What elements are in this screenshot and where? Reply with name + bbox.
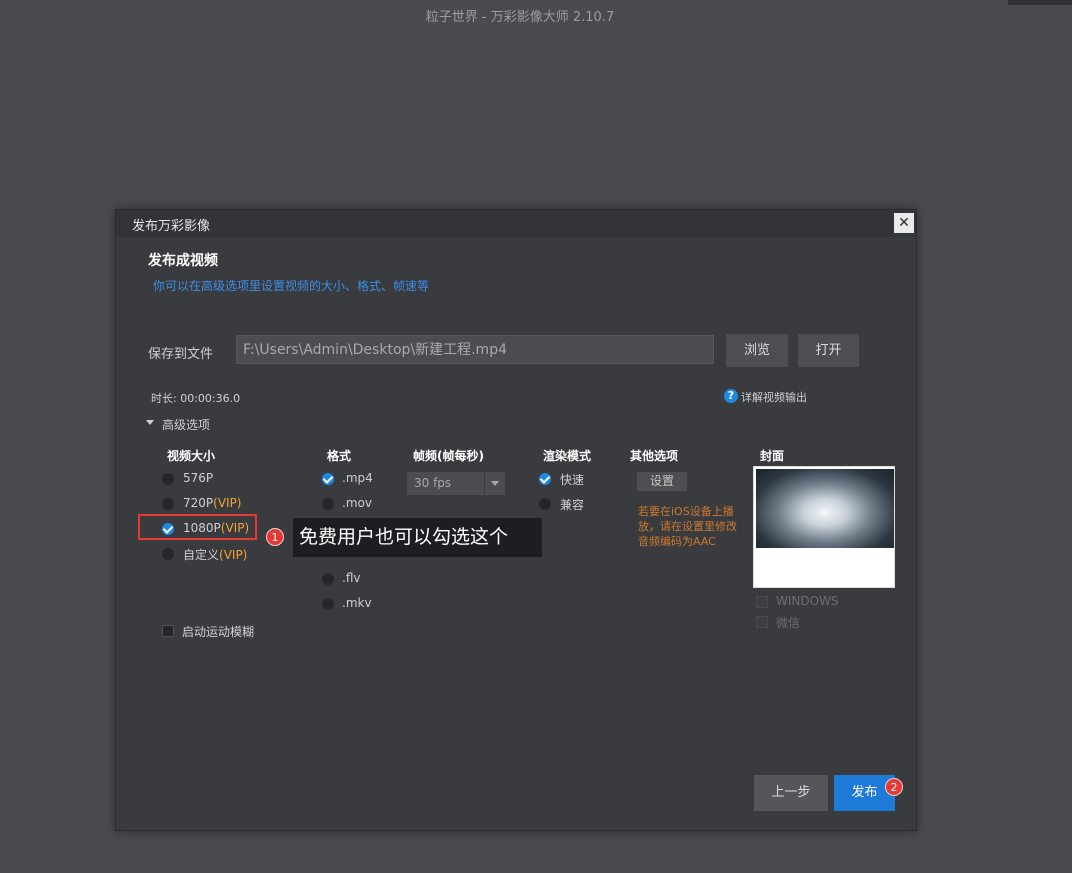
help-icon[interactable]: ? [724,389,738,403]
open-button[interactable]: 打开 [798,334,859,367]
windows-label: WINDOWS [776,594,839,608]
option-label: 576P [183,471,214,485]
render-mode-label: 兼容 [560,498,585,512]
cover-preview[interactable] [753,466,895,588]
browse-button[interactable]: 浏览 [726,334,788,367]
advanced-options-toggle[interactable]: 高级选项 [162,416,210,433]
ios-audio-warning: 若要在iOS设备上播放，请在设置里修改音频编码为AAC [638,505,737,548]
motion-blur-label: 启动运动模糊 [182,625,255,639]
advanced-hint: 你可以在高级选项里设置视频的大小、格式、帧速等 [153,279,430,293]
checkbox-motion-blur[interactable] [162,625,174,637]
framerate-header: 帧频(帧每秒) [413,449,484,463]
app-title: 粒子世界 - 万彩影像大师 2.10.7 [425,10,615,25]
publish-button[interactable]: 发布 [834,775,895,811]
dialog-title: 发布万彩影像 [132,219,211,234]
duration-label: 时长: 00:00:36.0 [151,392,241,405]
radio-custom[interactable] [162,548,174,560]
option-label: 自定义 [183,548,220,562]
vip-tag: (VIP) [213,496,242,510]
option-label: 720P [183,496,214,510]
video-output-help-link[interactable]: 详解视频输出 [741,389,807,405]
radio-720p[interactable] [162,498,174,510]
cover-header: 封面 [760,449,785,463]
format-label: .mkv [342,596,372,610]
wechat-label: 微信 [776,616,801,630]
checkbox-windows[interactable] [756,596,768,608]
chevron-down-icon[interactable] [484,472,505,495]
section-heading: 发布成视频 [148,253,218,269]
format-label: .mp4 [342,471,373,485]
framerate-value: 30 fps [414,476,452,490]
video-size-header: 视频大小 [167,449,216,463]
radio-mkv[interactable] [322,598,334,610]
render-mode-label: 快速 [560,473,585,487]
publish-dialog: 发布万彩影像 ✕ 发布成视频 你可以在高级选项里设置视频的大小、格式、帧速等 保… [115,209,917,831]
format-label: .mov [342,496,372,510]
previous-step-button[interactable]: 上一步 [754,775,828,811]
annotation-badge-1: 1 [266,528,284,546]
dialog-header: 发布万彩影像 ✕ [116,210,916,237]
radio-mp4[interactable] [322,473,334,485]
triangle-down-icon[interactable] [146,420,154,425]
radio-576p[interactable] [162,473,174,485]
radio-compatible[interactable] [539,498,551,510]
other-options-header: 其他选项 [630,449,679,463]
radio-mov[interactable] [322,498,334,510]
cover-image [756,469,894,548]
vip-tag: (VIP) [219,548,248,562]
save-to-file-label: 保存到文件 [148,347,214,362]
window-corner [1008,0,1072,5]
format-header: 格式 [327,449,352,463]
settings-button[interactable]: 设置 [637,472,687,491]
annotation-badge-2: 2 [885,778,903,796]
save-path-field[interactable]: F:\Users\Admin\Desktop\新建工程.mp4 [236,335,714,364]
close-icon[interactable]: ✕ [894,213,914,233]
framerate-select[interactable]: 30 fps [407,472,505,495]
checkbox-wechat[interactable] [756,616,768,628]
annotation-tooltip: 免费用户也可以勾选这个 [293,518,542,557]
highlight-box [138,514,257,540]
radio-flv[interactable] [322,573,334,585]
format-label: .flv [342,571,361,585]
radio-fast[interactable] [539,473,551,485]
render-mode-header: 渲染模式 [543,449,592,463]
